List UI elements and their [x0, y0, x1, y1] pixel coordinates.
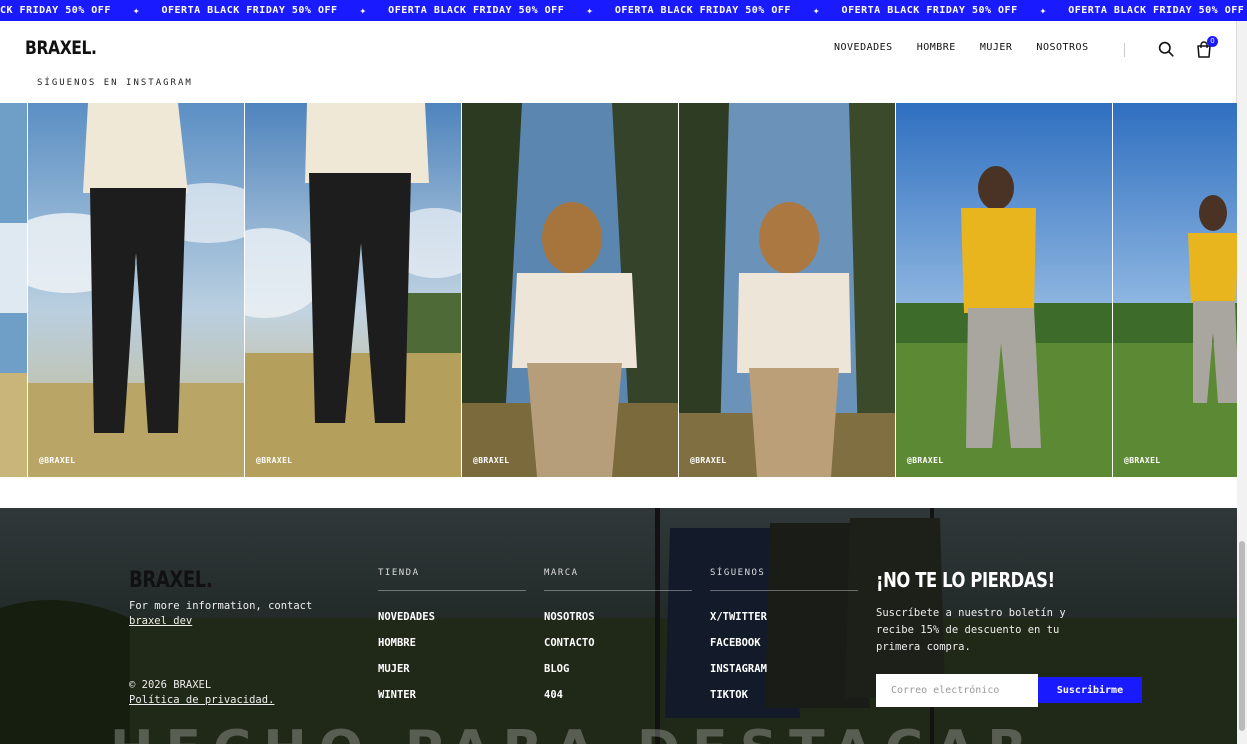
footer-column-marca: MARCA NOSOTROS CONTACTO BLOG 404: [544, 568, 692, 701]
ticker-item: CK FRIDAY 50% OFF: [0, 5, 111, 16]
nav-divider: [1124, 43, 1125, 57]
instagram-tile[interactable]: @BRAXEL: [679, 103, 896, 477]
instagram-heading: SÍGUENOS EN INSTAGRAM: [37, 78, 193, 88]
instagram-tile[interactable]: @BRAXEL: [245, 103, 462, 477]
ticker-item: OFERTA BLACK FRIDAY 50% OFF: [1068, 5, 1245, 16]
cart-button[interactable]: 0: [1196, 36, 1218, 59]
tile-photo: [245, 103, 461, 477]
footer-link[interactable]: MUJER: [378, 663, 526, 675]
instagram-gallery: @BRAXEL @BRAXEL @BRAXEL @BRAXEL @BRAXEL …: [0, 103, 1237, 477]
newsletter-title: ¡NO TE LO PIERDAS!: [876, 568, 1055, 592]
footer-link[interactable]: 404: [544, 689, 692, 701]
tile-handle: @BRAXEL: [473, 456, 510, 465]
contact-link[interactable]: braxel dev: [129, 614, 312, 629]
instagram-tile[interactable]: @BRAXEL: [28, 103, 245, 477]
footer-link[interactable]: CONTACTO: [544, 637, 692, 649]
star-icon: ✦: [812, 4, 820, 17]
tile-photo: [679, 103, 895, 477]
star-icon: ✦: [132, 4, 140, 17]
nav-item-hombre[interactable]: HOMBRE: [917, 42, 956, 53]
header-logo[interactable]: BRAXEL.: [25, 37, 97, 59]
footer-link[interactable]: WINTER: [378, 689, 526, 701]
footer-link[interactable]: TIKTOK: [710, 689, 858, 701]
nav-item-novedades[interactable]: NOVEDADES: [834, 42, 893, 53]
tile-handle: @BRAXEL: [39, 456, 76, 465]
contact-text: For more information, contact: [129, 600, 313, 612]
ticker-item: OFERTA BLACK FRIDAY 50% OFF: [614, 5, 791, 16]
ticker-item: OFERTA BLACK FRIDAY 50% OFF: [841, 5, 1018, 16]
tile-handle: @BRAXEL: [907, 456, 944, 465]
tile-photo: [462, 103, 678, 477]
star-icon: ✦: [586, 4, 593, 17]
footer-column-title: SÍGUENOS: [710, 568, 858, 591]
footer-logo[interactable]: BRAXEL.: [129, 568, 213, 593]
instagram-tile[interactable]: @BRAXEL: [896, 103, 1113, 477]
newsletter-form: Suscribirme: [876, 674, 1142, 707]
instagram-tile[interactable]: [0, 103, 28, 477]
site-header: BRAXEL. NOVEDADES HOMBRE MUJER NOSOTROS …: [0, 21, 1237, 103]
ticker-item: OFERTA BLACK FRIDAY 50% OFF: [388, 5, 565, 16]
ticker-track: CK FRIDAY 50% OFF ✦ OFERTA BLACK FRIDAY …: [0, 0, 1247, 21]
privacy-link[interactable]: Política de privacidad.: [129, 693, 274, 708]
footer-link[interactable]: HOMBRE: [378, 637, 526, 649]
footer-link[interactable]: BLOG: [544, 663, 692, 675]
site-footer: BRAXEL. For more information, contact br…: [0, 508, 1237, 744]
page-scrollbar[interactable]: [1237, 21, 1247, 744]
tile-handle: @BRAXEL: [256, 456, 293, 465]
tile-photo: [28, 103, 244, 477]
email-field[interactable]: [876, 674, 1038, 707]
scrollbar-thumb[interactable]: [1239, 541, 1245, 731]
subscribe-button[interactable]: Suscribirme: [1038, 677, 1142, 703]
nav-item-mujer[interactable]: MUJER: [980, 42, 1013, 53]
newsletter-text: Suscríbete a nuestro boletín y recibe 15…: [876, 607, 1066, 653]
footer-column-title: TIENDA: [378, 568, 526, 591]
footer-link[interactable]: INSTAGRAM: [710, 663, 858, 675]
cart-count-badge: 0: [1207, 36, 1218, 47]
tile-photo: [1113, 103, 1237, 477]
footer-link[interactable]: NOSOTROS: [544, 611, 692, 623]
instagram-tile[interactable]: @BRAXEL: [1113, 103, 1237, 477]
search-icon[interactable]: [1158, 41, 1174, 57]
footer-link[interactable]: NOVEDADES: [378, 611, 526, 623]
footer-contact: For more information, contact braxel dev: [129, 599, 312, 629]
tile-photo: [896, 103, 1112, 477]
footer-copyright: © 2026 BRAXEL Política de privacidad.: [129, 678, 274, 708]
promo-ticker: CK FRIDAY 50% OFF ✦ OFERTA BLACK FRIDAY …: [0, 0, 1247, 21]
tile-handle: @BRAXEL: [690, 456, 727, 465]
main-nav: NOVEDADES HOMBRE MUJER NOSOTROS: [834, 42, 1089, 53]
instagram-tile[interactable]: @BRAXEL: [462, 103, 679, 477]
footer-background-text: HECHO PARA DESTACAR: [110, 720, 1039, 744]
footer-link[interactable]: FACEBOOK: [710, 637, 858, 649]
ticker-item: OFERTA BLACK FRIDAY 50% OFF: [161, 5, 338, 16]
footer-column-tienda: TIENDA NOVEDADES HOMBRE MUJER WINTER: [378, 568, 526, 701]
nav-item-nosotros[interactable]: NOSOTROS: [1036, 42, 1088, 53]
star-icon: ✦: [359, 4, 367, 17]
star-icon: ✦: [1039, 4, 1047, 17]
copyright-text: © 2026 BRAXEL: [129, 679, 212, 691]
footer-column-title: MARCA: [544, 568, 692, 591]
footer-link[interactable]: X/TWITTER: [710, 611, 858, 623]
tile-handle: @BRAXEL: [1124, 456, 1161, 465]
footer-column-siguenos: SÍGUENOS X/TWITTER FACEBOOK INSTAGRAM TI…: [710, 568, 858, 701]
tile-photo: [0, 103, 27, 477]
